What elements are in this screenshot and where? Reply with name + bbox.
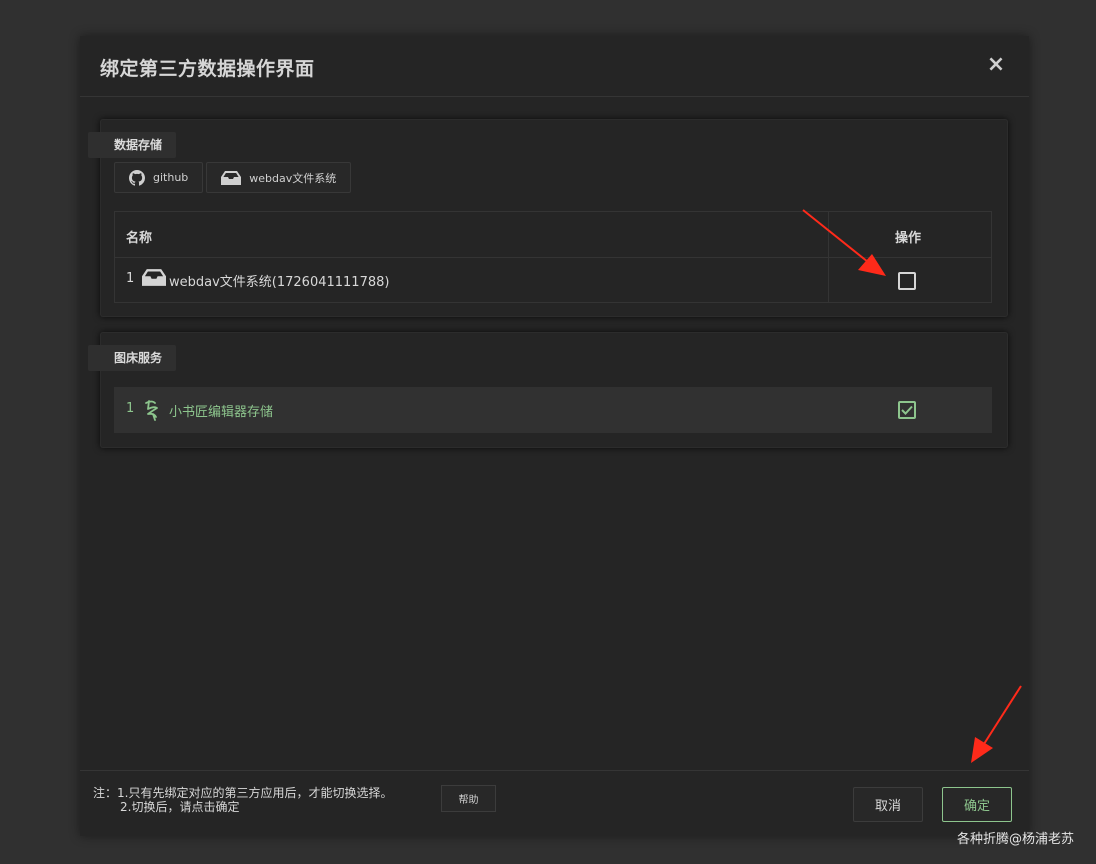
- confirm-button[interactable]: 确定: [942, 787, 1012, 822]
- row-name: webdav文件系统(1726041111788): [169, 275, 390, 290]
- github-icon: [129, 169, 145, 186]
- webdav-source-button[interactable]: webdav文件系统: [206, 162, 352, 193]
- webdav-select-checkbox[interactable]: [898, 272, 916, 290]
- dialog-title: 绑定第三方数据操作界面: [100, 58, 315, 80]
- bind-third-party-dialog: 绑定第三方数据操作界面 × 数据存储 github webdav文件系统 名称 …: [80, 36, 1029, 836]
- list-item[interactable]: 1 小书匠编辑器存储: [114, 387, 992, 433]
- inbox-icon: [142, 269, 166, 286]
- note-line-2: 2.切换后，请点击确定: [120, 800, 240, 814]
- row-name: 小书匠编辑器存储: [169, 405, 274, 420]
- xiaoshujiang-logo-icon: [145, 400, 158, 421]
- image-service-checkbox[interactable]: [898, 401, 916, 419]
- image-hosting-panel: 图床服务 1 小书匠编辑器存储: [88, 332, 1008, 448]
- close-icon: ×: [986, 52, 1006, 77]
- github-source-label: github: [153, 171, 189, 184]
- footer-note: 注：1.只有先绑定对应的第三方应用后，才能切换选择。 2.切换后，请点击确定: [93, 786, 392, 814]
- data-storage-tab: 数据存储: [88, 132, 177, 158]
- table-row: 1 webdav文件系统(1726041111788): [115, 258, 991, 303]
- webdav-source-label: webdav文件系统: [249, 171, 337, 185]
- note-line-1: 注：1.只有先绑定对应的第三方应用后，才能切换选择。: [93, 786, 393, 800]
- inbox-icon: [221, 170, 242, 185]
- dialog-header: 绑定第三方数据操作界面 ×: [80, 36, 1029, 97]
- row-index: 1: [126, 401, 135, 416]
- image-hosting-tab: 图床服务: [88, 345, 177, 371]
- dialog-footer: 注：1.只有先绑定对应的第三方应用后，才能切换选择。 2.切换后，请点击确定 帮…: [80, 770, 1029, 836]
- column-divider: [828, 212, 829, 257]
- storage-table: 名称 操作 1 webdav文件系统(1726041111788): [114, 211, 992, 303]
- column-header-name: 名称: [126, 231, 153, 246]
- github-source-button[interactable]: github: [114, 162, 204, 193]
- close-button[interactable]: ×: [985, 54, 1007, 76]
- cancel-button[interactable]: 取消: [853, 787, 923, 822]
- checkmark-icon: [901, 405, 913, 415]
- storage-source-tabs: github webdav文件系统: [114, 162, 352, 193]
- column-divider: [828, 258, 829, 303]
- data-storage-panel: 数据存储 github webdav文件系统 名称 操作 1 webdav文件系…: [88, 119, 1008, 317]
- column-header-operation: 操作: [895, 231, 922, 246]
- help-button[interactable]: 帮助: [441, 785, 496, 812]
- row-index: 1: [126, 271, 135, 286]
- table-header-row: 名称 操作: [115, 212, 991, 258]
- watermark: 各种折腾@杨浦老苏: [957, 832, 1075, 847]
